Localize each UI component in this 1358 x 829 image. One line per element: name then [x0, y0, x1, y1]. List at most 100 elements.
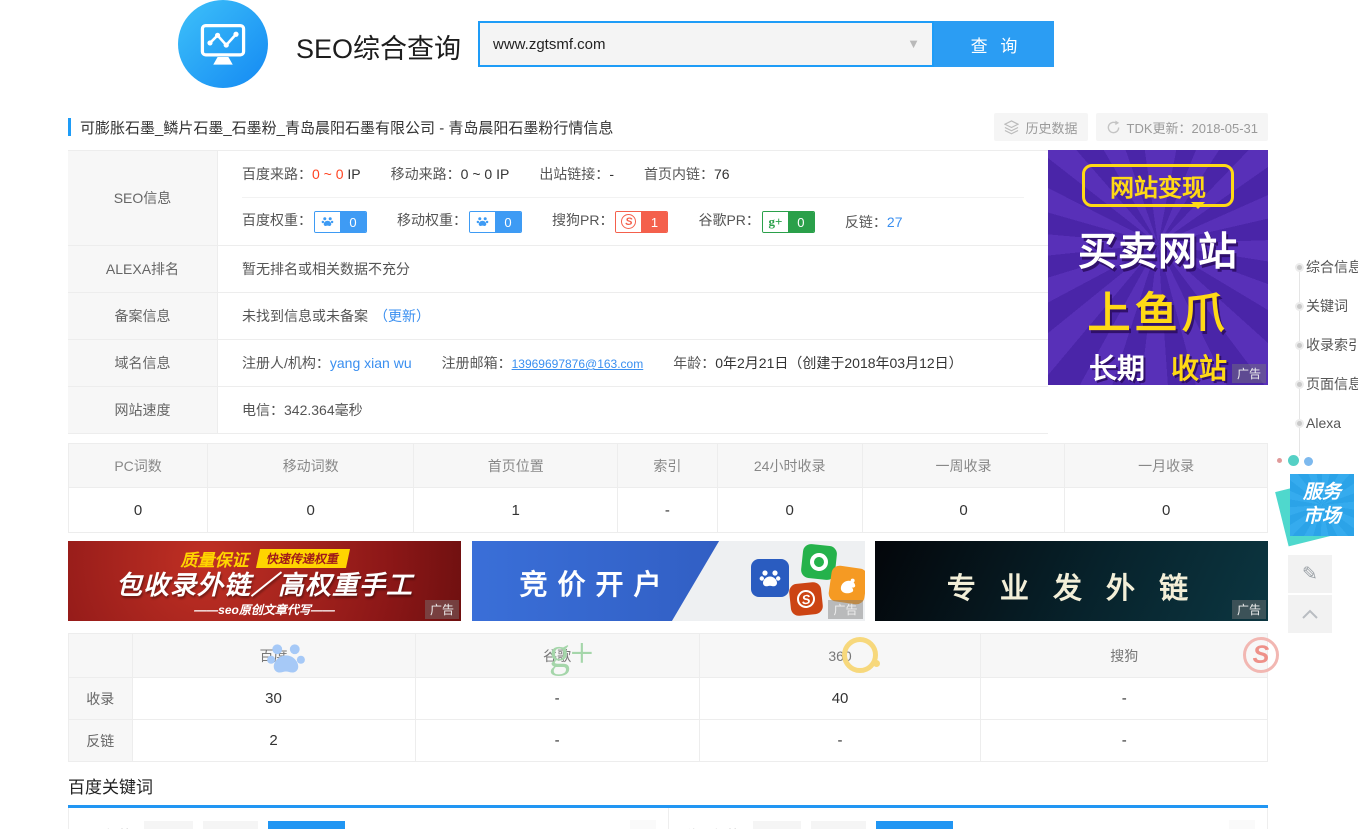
pc-range-1m-button[interactable]: 一个月 [268, 821, 345, 829]
search-input-wrap: ▼ [478, 21, 934, 67]
backlink-value: - [699, 720, 981, 762]
row-beian: 备案信息 未找到信息或未备案 （更新） [68, 293, 1048, 340]
side-ad-banner[interactable]: 网站变现 买卖网站 上鱼爪 长期 收站 广告 [1048, 150, 1268, 385]
banner2-title: 竞价开户 [520, 563, 672, 603]
sogou-app-icon: S [788, 581, 823, 616]
back-to-top-button[interactable] [1288, 595, 1332, 633]
feedback-pencil-button[interactable]: ✎ [1288, 555, 1332, 593]
baidu-keywords-title: 百度关键词 [68, 773, 153, 798]
baidu-traffic-value: 0 ~ 0 [312, 166, 344, 182]
tdk-update-button[interactable]: TDK更新：2018-05-31 [1096, 113, 1269, 141]
homelink-value: 76 [714, 166, 730, 182]
refresh-icon [1106, 120, 1121, 135]
mobile-range-1m-button[interactable]: 一个月 [876, 821, 953, 829]
decor-dot [1277, 458, 1282, 463]
ad-line3b: 收站 [1171, 347, 1227, 385]
ad-line3a: 长期 [1089, 347, 1145, 385]
ad-banner-links[interactable]: 专 业 发 外 链 广告 [875, 541, 1268, 621]
ad-tag: 广告 [1232, 600, 1266, 619]
backlink-value: - [415, 720, 699, 762]
history-data-button[interactable]: 历史数据 [994, 113, 1087, 141]
stats-header: PC词数 [69, 444, 208, 488]
search-bar: ▼ 查 询 [478, 21, 1054, 67]
speed-value: 电信：342.364毫秒 [218, 387, 1048, 433]
service-market-badge[interactable]: 服务 市场 [1288, 474, 1358, 544]
beian-update-link[interactable]: （更新） [374, 306, 430, 326]
engine-row-backlink: 反链 2 - - - [69, 720, 1268, 762]
pc-range-30d-button[interactable]: 30天 [203, 821, 258, 829]
engine-header-baidu: 百度 [132, 634, 415, 678]
stats-header: 24小时收录 [717, 444, 862, 488]
chevron-up-icon [1301, 608, 1319, 620]
pc-trend-expand-icon[interactable]: › [630, 820, 656, 829]
layers-icon [1004, 120, 1019, 135]
ad-tag: 广告 [425, 600, 459, 619]
dropdown-caret-icon[interactable]: ▼ [907, 36, 920, 51]
backlink-count: 27 [887, 214, 903, 230]
decor-dot [1304, 457, 1313, 466]
stats-value: 0 [1065, 488, 1268, 533]
stats-value: 0 [717, 488, 862, 533]
engine-header-sogou: 搜狗 S [981, 634, 1268, 678]
baidu-paw-icon-large [265, 637, 307, 682]
ad-banner-row: 质量保证 快速传递权重 包收录外链／高权重手工 ——seo原创文章代写—— 广告… [68, 541, 1268, 621]
index-value: - [415, 678, 699, 720]
baidu-paw-icon [315, 212, 340, 232]
index-value: 30 [132, 678, 415, 720]
site-title: 可膨胀石墨_鳞片石墨_石墨粉_青岛晨阳石墨有限公司 - 青岛晨阳石墨粉行情信息 [80, 117, 986, 138]
ad-tag: 广告 [1232, 364, 1266, 383]
mobile-trend-expand-icon[interactable]: › [1229, 820, 1255, 829]
backlink-value: - [981, 720, 1268, 762]
row-label: 域名信息 [68, 340, 218, 386]
ad-banner-outlink[interactable]: 质量保证 快速传递权重 包收录外链／高权重手工 ——seo原创文章代写—— 广告 [68, 541, 461, 621]
baidu-rank-badge[interactable]: 0 [314, 211, 367, 233]
sogou-pr-badge[interactable]: S1 [615, 211, 668, 233]
email-link[interactable]: 13969697876@163.com [512, 357, 644, 371]
ad-tag: 广告 [828, 600, 862, 619]
sidebar-item-alexa[interactable]: Alexa [1286, 414, 1358, 432]
ad-banner-bidding[interactable]: 竞价开户 S 广告 [472, 541, 865, 621]
sidebar-item-keywords[interactable]: 关键词 [1286, 297, 1358, 315]
sidebar-item-index[interactable]: 收录索引 [1286, 336, 1358, 354]
result-title-bar: 可膨胀石墨_鳞片石墨_石墨粉_青岛晨阳石墨有限公司 - 青岛晨阳石墨粉行情信息 … [68, 112, 1268, 142]
pencil-icon: ✎ [1302, 563, 1318, 586]
page: SEO综合查询 ▼ 查 询 可膨胀石墨_鳞片石墨_石墨粉_青岛晨阳石墨有限公司 … [0, 0, 1358, 829]
keyword-stats-table: PC词数 移动词数 首页位置 索引 24小时收录 一周收录 一月收录 0 0 1… [68, 443, 1268, 533]
search-input[interactable] [480, 23, 932, 65]
pc-range-7d-button[interactable]: 7天 [144, 821, 192, 829]
mobile-rank-badge[interactable]: 0 [469, 211, 522, 233]
row-label: 反链 [69, 720, 133, 762]
mobile-range-30d-button[interactable]: 30天 [811, 821, 866, 829]
monitor-chart-icon [197, 18, 249, 70]
mobile-traffic-value: 0 ~ 0 [461, 166, 493, 182]
sidebar-item-pageinfo[interactable]: 页面信息 [1286, 375, 1358, 393]
history-data-label: 历史数据 [1025, 118, 1077, 137]
engine-header-google: 谷歌 g+ [415, 634, 699, 678]
mobile-paw-icon [470, 212, 495, 232]
query-button[interactable]: 查 询 [934, 21, 1054, 67]
registrant-link[interactable]: yang xian wu [330, 355, 412, 371]
keywords-panel: PC趋势 7天 30天 一个月 › 移动趋势 7天 30天 一个月 › [68, 805, 1268, 829]
engine-index-table: 百度 谷歌 g+ 360 搜狗 S 收录 30 - 40 - 反链 2 - - … [68, 633, 1268, 762]
row-label: ALEXA排名 [68, 246, 218, 292]
market-label-2: 市场 [1303, 505, 1341, 529]
engine-row-index: 收录 30 - 40 - [69, 678, 1268, 720]
sogou-s-icon-large: S [1243, 637, 1279, 673]
anchor-sidebar: 综合信息 关键词 收录索引 页面信息 Alexa 服务 市场 ✎ [1286, 258, 1358, 453]
tdk-update-label: TDK更新：2018-05-31 [1127, 118, 1259, 137]
index-value: - [981, 678, 1268, 720]
row-seo-info: SEO信息 百度来路：0 ~ 0 IP 移动来路：0 ~ 0 IP 出站链接：-… [68, 151, 1048, 246]
banner1-subtitle: ——seo原创文章代写—— [68, 601, 461, 618]
engine-header-empty [69, 634, 133, 678]
app-logo-icon[interactable] [178, 0, 268, 88]
backlink-value: 2 [132, 720, 415, 762]
mobile-range-7d-button[interactable]: 7天 [753, 821, 801, 829]
stats-value: - [618, 488, 718, 533]
google-plus-icon-large: g+ [549, 630, 594, 678]
google-pr-badge[interactable]: g+0 [762, 211, 815, 233]
baidu-app-icon [751, 559, 789, 597]
market-label-1: 服务 [1303, 481, 1341, 505]
sidebar-item-overview[interactable]: 综合信息 [1286, 258, 1358, 276]
dot-icon [1295, 302, 1304, 311]
banner1-tag2: 快速传递权重 [256, 549, 350, 568]
